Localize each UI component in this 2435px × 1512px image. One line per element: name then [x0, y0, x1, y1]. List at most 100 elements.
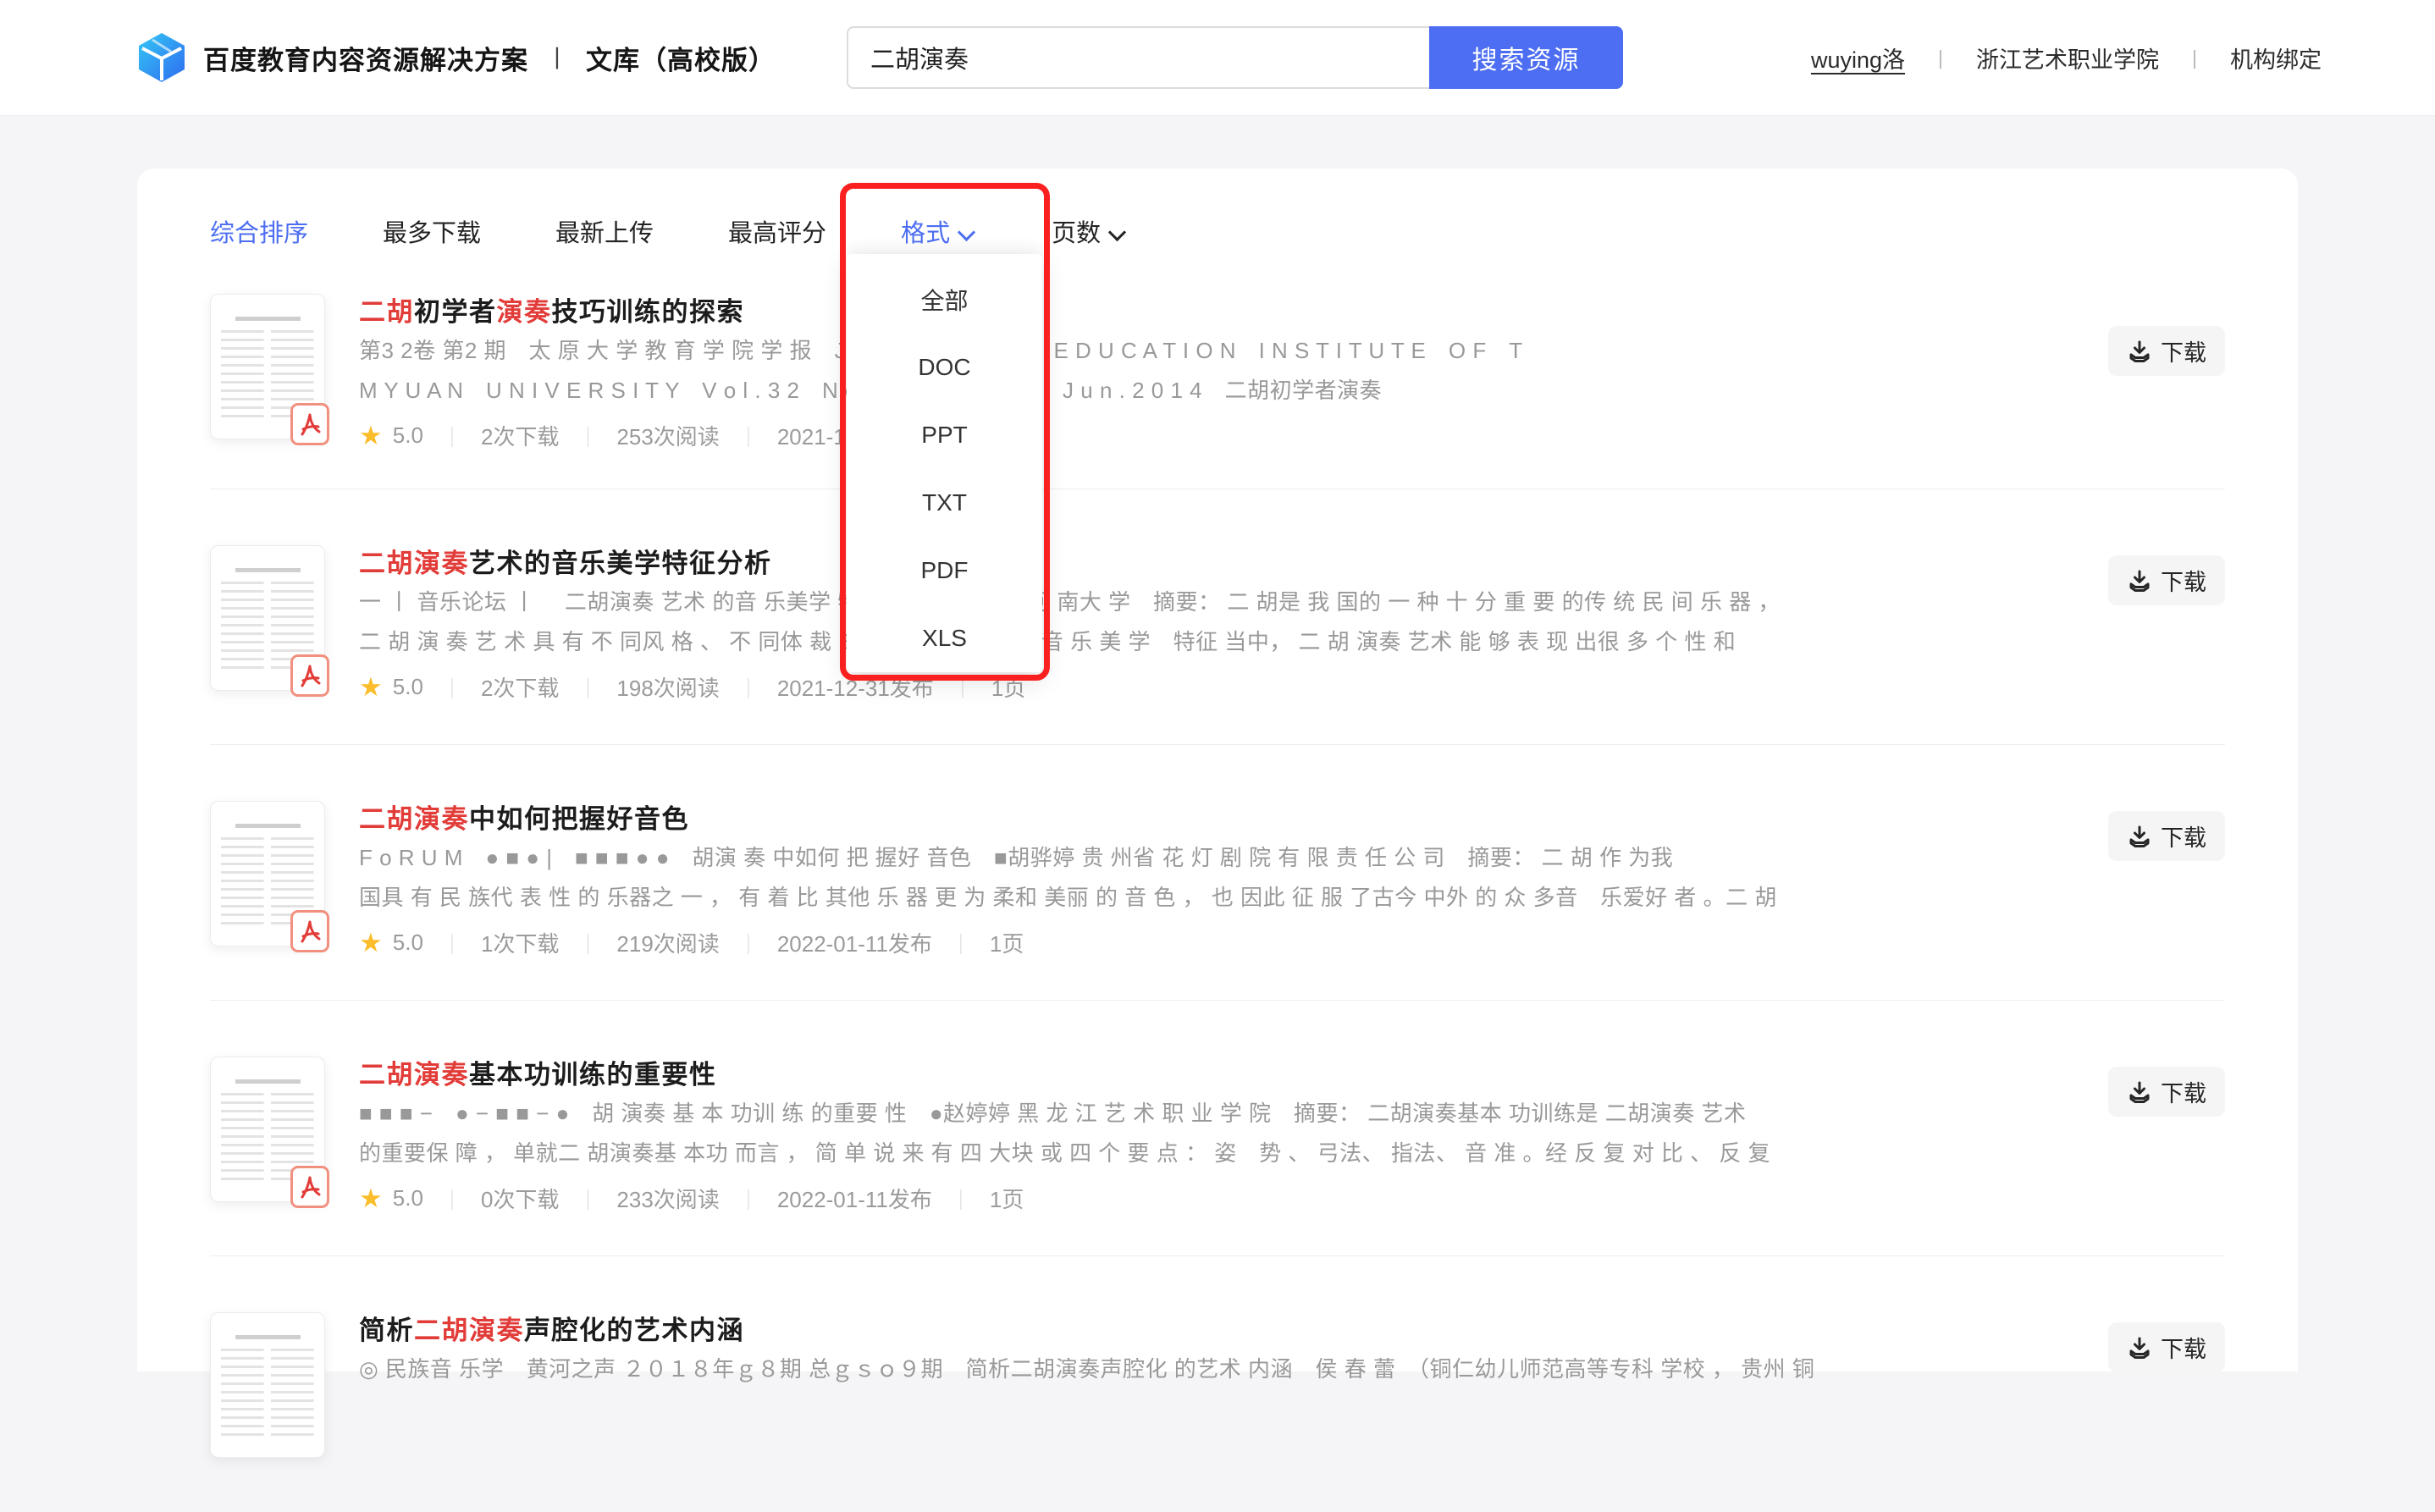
result-desc-line2: 二 胡 演 奏 艺 术 具 有 不 同风 格 、 不 同体 裁 的 艺 术 作 …: [359, 622, 1856, 662]
download-button[interactable]: 下载: [2108, 555, 2225, 605]
download-button[interactable]: 下载: [2108, 1322, 2225, 1372]
star-icon: ★: [359, 674, 383, 700]
search-button[interactable]: 搜索资源: [1429, 26, 1623, 89]
format-dropdown-menu: 全部 DOC PPT TXT PDF XLS: [847, 254, 1042, 672]
star-icon: ★: [359, 1185, 383, 1211]
download-icon: [2127, 339, 2152, 364]
download-icon: [2127, 824, 2152, 849]
format-option-pdf[interactable]: PDF: [847, 537, 1042, 604]
organization-name: 浙江艺术职业学院: [1976, 41, 2159, 74]
result-thumbnail[interactable]: [210, 1057, 325, 1202]
meta-date: 2022-01-11发布: [777, 927, 932, 958]
brand-divider: 丨: [545, 41, 569, 74]
result-title[interactable]: 二胡初学者演奏技巧训练的探索: [359, 294, 1856, 331]
download-button[interactable]: 下载: [2108, 811, 2225, 861]
format-option-txt[interactable]: TXT: [847, 469, 1042, 537]
meta-separator: ｜: [577, 421, 598, 450]
meta-separator: ｜: [577, 1184, 598, 1213]
meta-separator: ｜: [738, 672, 759, 702]
meta-separator: ｜: [951, 928, 971, 957]
result-title[interactable]: 二胡演奏中如何把握好音色: [359, 801, 1856, 838]
result-meta: ★ 5.0 ｜ 0次下载 ｜ 233次阅读 ｜ 2022-01-11发布 ｜ 1…: [359, 1178, 1856, 1218]
meta-rating: 5.0: [393, 674, 423, 700]
meta-separator: ｜: [442, 928, 462, 957]
app-header: 百度教育内容资源解决方案 丨 文库（高校版） 搜索资源 wuying洛 丨 浙江…: [0, 0, 2435, 115]
meta-separator: ｜: [738, 1184, 759, 1213]
result-desc-line1: F o R U M ● ■ ● | ■ ■ ■ ● ● 胡演 奏 中如何 把 握…: [359, 838, 1856, 878]
download-button[interactable]: 下载: [2108, 326, 2225, 376]
result-item: 二胡初学者演奏技巧训练的探索 第3 2卷 第2 期 太 原 大 学 教 育 学 …: [210, 279, 2225, 489]
result-title[interactable]: 二胡演奏基本功训练的重要性: [359, 1057, 1856, 1094]
format-option-xls[interactable]: XLS: [847, 604, 1042, 672]
result-meta: ★ 5.0 ｜ 2次下载 ｜ 198次阅读 ｜ 2021-12-31发布 ｜ 1…: [359, 667, 1856, 707]
result-desc-line1: 一 丨 音乐论坛 丨 二胡演奏 艺术 的音 乐美学 特征分析 ■刘雅 维 河 南…: [359, 582, 1856, 622]
result-desc-line2: 国具 有 民 族代 表 性 的 乐器之 一 ， 有 着 比 其他 乐 器 更 为…: [359, 878, 1856, 918]
result-title[interactable]: 简析二胡演奏声腔化的艺术内涵: [359, 1312, 1856, 1349]
meta-reads: 219次阅读: [616, 927, 719, 958]
pdf-file-icon: [290, 910, 329, 952]
download-icon: [2127, 1335, 2152, 1360]
brand-title: 百度教育内容资源解决方案: [203, 39, 528, 77]
chevron-down-icon: [958, 224, 977, 243]
meta-separator: ｜: [952, 672, 973, 702]
meta-reads: 233次阅读: [616, 1183, 719, 1214]
meta-separator: ｜: [442, 672, 462, 702]
result-meta: ★ 5.0 ｜ 1次下载 ｜ 219次阅读 ｜ 2022-01-11发布 ｜ 1…: [359, 923, 1856, 963]
meta-rating: 5.0: [393, 930, 423, 956]
meta-date: 2022-01-11发布: [777, 1183, 932, 1214]
meta-separator: ｜: [577, 672, 598, 702]
result-thumbnail[interactable]: [210, 801, 325, 946]
result-desc-line1: 第3 2卷 第2 期 太 原 大 学 教 育 学 院 学 报 J O U R N…: [359, 331, 1856, 371]
result-title[interactable]: 二胡演奏艺术的音乐美学特征分析: [359, 545, 1856, 582]
result-desc-line2: 的重要保 障 ， 单就二 胡演奏基 本功 而言 ， 简 单 说 来 有 四 大块…: [359, 1134, 1856, 1173]
meta-downloads: 2次下载: [481, 420, 559, 451]
brand: 百度教育内容资源解决方案 丨 文库（高校版）: [135, 0, 776, 115]
tab-format-filter[interactable]: 格式: [901, 213, 977, 249]
username-link[interactable]: wuying洛: [1811, 41, 1905, 74]
tab-most-downloaded[interactable]: 最多下载: [383, 213, 481, 249]
meta-reads: 253次阅读: [616, 420, 719, 451]
result-desc-line1: ◎ 民族音 乐学 黄河之声 ２０１８年ｇ８期 总ｇｓｏ９期 简析二胡演奏声腔化 …: [359, 1349, 1856, 1389]
meta-separator: ｜: [951, 1184, 971, 1213]
result-thumbnail[interactable]: [210, 294, 325, 439]
wenku-logo-icon: [135, 31, 188, 84]
brand-subtitle: 文库（高校版）: [586, 39, 776, 77]
meta-separator: ｜: [442, 421, 462, 450]
meta-pages: 1页: [990, 1183, 1024, 1214]
tab-newest-upload[interactable]: 最新上传: [555, 213, 654, 249]
results-card: 综合排序 最多下载 最新上传 最高评分 格式 页数 二胡初学者演奏技: [137, 168, 2298, 1371]
meta-reads: 198次阅读: [616, 671, 719, 703]
format-option-ppt[interactable]: PPT: [847, 401, 1042, 469]
user-divider: 丨: [2184, 43, 2205, 73]
result-desc-line1: ■ ■ ■ − ● − ■ ■ − ● 胡 演奏 基 本 功训 练 的重要 性 …: [359, 1094, 1856, 1134]
result-item: 二胡演奏基本功训练的重要性 ■ ■ ■ − ● − ■ ■ − ● 胡 演奏 基…: [210, 1001, 2225, 1256]
result-item: 二胡演奏艺术的音乐美学特征分析 一 丨 音乐论坛 丨 二胡演奏 艺术 的音 乐美…: [210, 489, 2225, 745]
meta-separator: ｜: [738, 928, 759, 957]
tab-pages-filter[interactable]: 页数: [1052, 213, 1128, 249]
result-meta: ★ 5.0 ｜ 2次下载 ｜ 253次阅读 ｜ 2021-12-31发布 ｜ 3…: [359, 416, 1856, 455]
result-list: 二胡初学者演奏技巧训练的探索 第3 2卷 第2 期 太 原 大 学 教 育 学 …: [210, 279, 2225, 1512]
tab-comprehensive-sort[interactable]: 综合排序: [210, 213, 308, 249]
pdf-file-icon: [290, 403, 329, 445]
sort-toolbar: 综合排序 最多下载 最新上传 最高评分 格式 页数: [137, 168, 2298, 250]
institution-bind-link[interactable]: 机构绑定: [2230, 41, 2322, 74]
meta-rating: 5.0: [393, 422, 423, 449]
download-icon: [2127, 568, 2152, 593]
pdf-file-icon: [290, 654, 329, 697]
meta-downloads: 1次下载: [481, 927, 559, 958]
search-input[interactable]: [847, 26, 1429, 89]
meta-separator: ｜: [577, 928, 598, 957]
meta-separator: ｜: [442, 1184, 462, 1213]
format-option-all[interactable]: 全部: [847, 266, 1042, 334]
format-option-doc[interactable]: DOC: [847, 334, 1042, 401]
user-bar: wuying洛 丨 浙江艺术职业学院 丨 机构绑定: [1811, 0, 2322, 115]
tab-highest-rating[interactable]: 最高评分: [728, 213, 826, 249]
result-thumbnail[interactable]: [210, 545, 325, 691]
download-button[interactable]: 下载: [2108, 1067, 2225, 1117]
star-icon: ★: [359, 422, 383, 449]
result-item: 简析二胡演奏声腔化的艺术内涵 ◎ 民族音 乐学 黄河之声 ２０１８年ｇ８期 总ｇ…: [210, 1256, 2225, 1512]
pdf-file-icon: [290, 1166, 329, 1208]
meta-rating: 5.0: [393, 1185, 423, 1211]
meta-date: 2021-12-31发布: [777, 671, 934, 703]
result-thumbnail[interactable]: [210, 1312, 325, 1458]
